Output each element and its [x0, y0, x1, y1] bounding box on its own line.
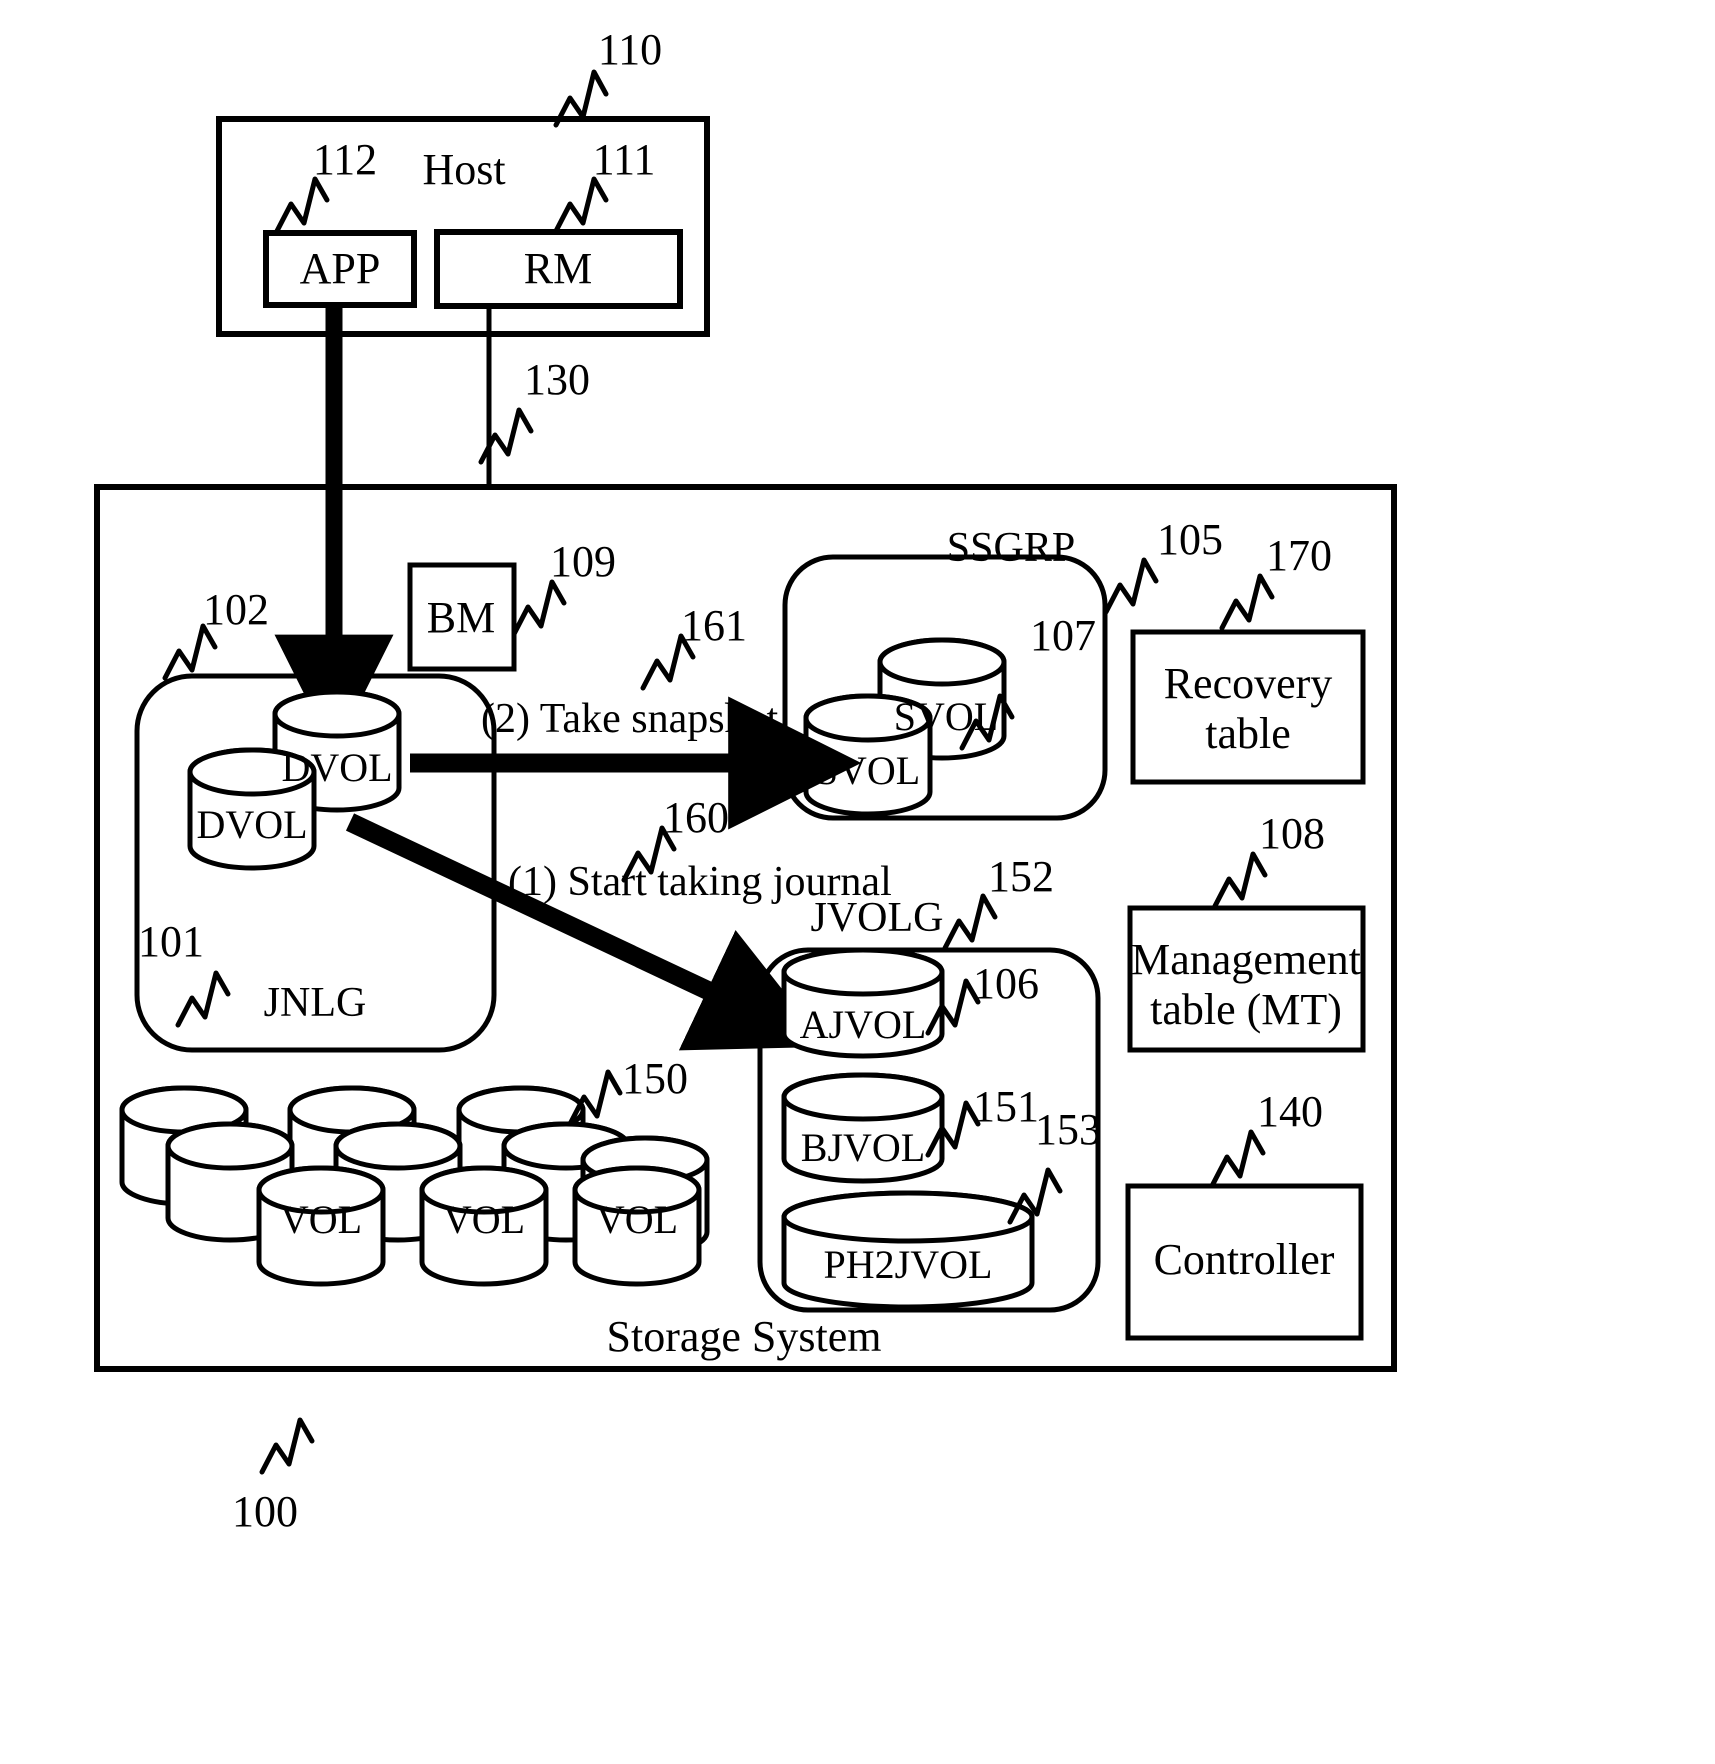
management-table-line1: Management: [1131, 935, 1361, 984]
jvolg-label: JVOLG: [810, 895, 944, 941]
app-label: APP: [299, 244, 381, 293]
ref-108: 108: [1259, 809, 1325, 858]
ref-153: 153: [1035, 1105, 1101, 1154]
ref-170: 170: [1266, 531, 1332, 580]
ref-102: 102: [203, 585, 269, 634]
svol-back-label: SVOL: [893, 694, 999, 739]
recovery-table-line1: Recovery: [1163, 659, 1333, 708]
ref-100: 100: [232, 1487, 298, 1536]
ref-161: 161: [681, 601, 747, 650]
ref-105: 105: [1157, 515, 1223, 564]
ref-109: 109: [550, 537, 616, 586]
bjvol-label: BJVOL: [800, 1125, 926, 1170]
ref-151: 151: [973, 1082, 1039, 1131]
dvol-front-label: DVOL: [196, 802, 308, 847]
rm-label: RM: [523, 244, 593, 293]
jnlg-label: JNLG: [263, 980, 367, 1026]
svol-front-label: SVOL: [815, 748, 921, 793]
ph2jvol-label: PH2JVOL: [823, 1242, 993, 1287]
dvol-back-label: DVOL: [281, 745, 393, 790]
ref-111: 111: [592, 135, 656, 184]
controller-label: Controller: [1153, 1235, 1335, 1284]
management-table-line2: table (MT): [1150, 985, 1342, 1034]
step2-text: (2) Take snapshot: [481, 696, 779, 742]
ref-112: 112: [312, 135, 378, 184]
ref-160: 160: [663, 793, 729, 842]
ref-150: 150: [622, 1054, 688, 1103]
vol-label-2: VOL: [442, 1197, 526, 1242]
ref-107: 107: [1030, 611, 1096, 660]
ssgrp-label: SSGRP: [946, 525, 1076, 571]
start-journal-arrow: [345, 813, 828, 1051]
ref-152: 152: [988, 852, 1054, 901]
figure-canvas: 110 Host 112 111 APP RM 130 100 Storage …: [0, 0, 1715, 1764]
bm-label: BM: [426, 593, 496, 642]
host-title: Host: [422, 145, 506, 194]
ref-106: 106: [973, 959, 1039, 1008]
storage-system-title: Storage System: [606, 1312, 882, 1361]
ref-130: 130: [524, 355, 590, 404]
ajvol-label: AJVOL: [799, 1002, 927, 1047]
vol-label-1: VOL: [279, 1197, 363, 1242]
ref-110: 110: [597, 25, 663, 74]
ref-140: 140: [1257, 1087, 1323, 1136]
recovery-table-line2: table: [1205, 709, 1291, 758]
vol-label-3: VOL: [595, 1197, 679, 1242]
ref-101: 101: [138, 917, 204, 966]
vol-pool-cluster: [119, 1085, 710, 1287]
